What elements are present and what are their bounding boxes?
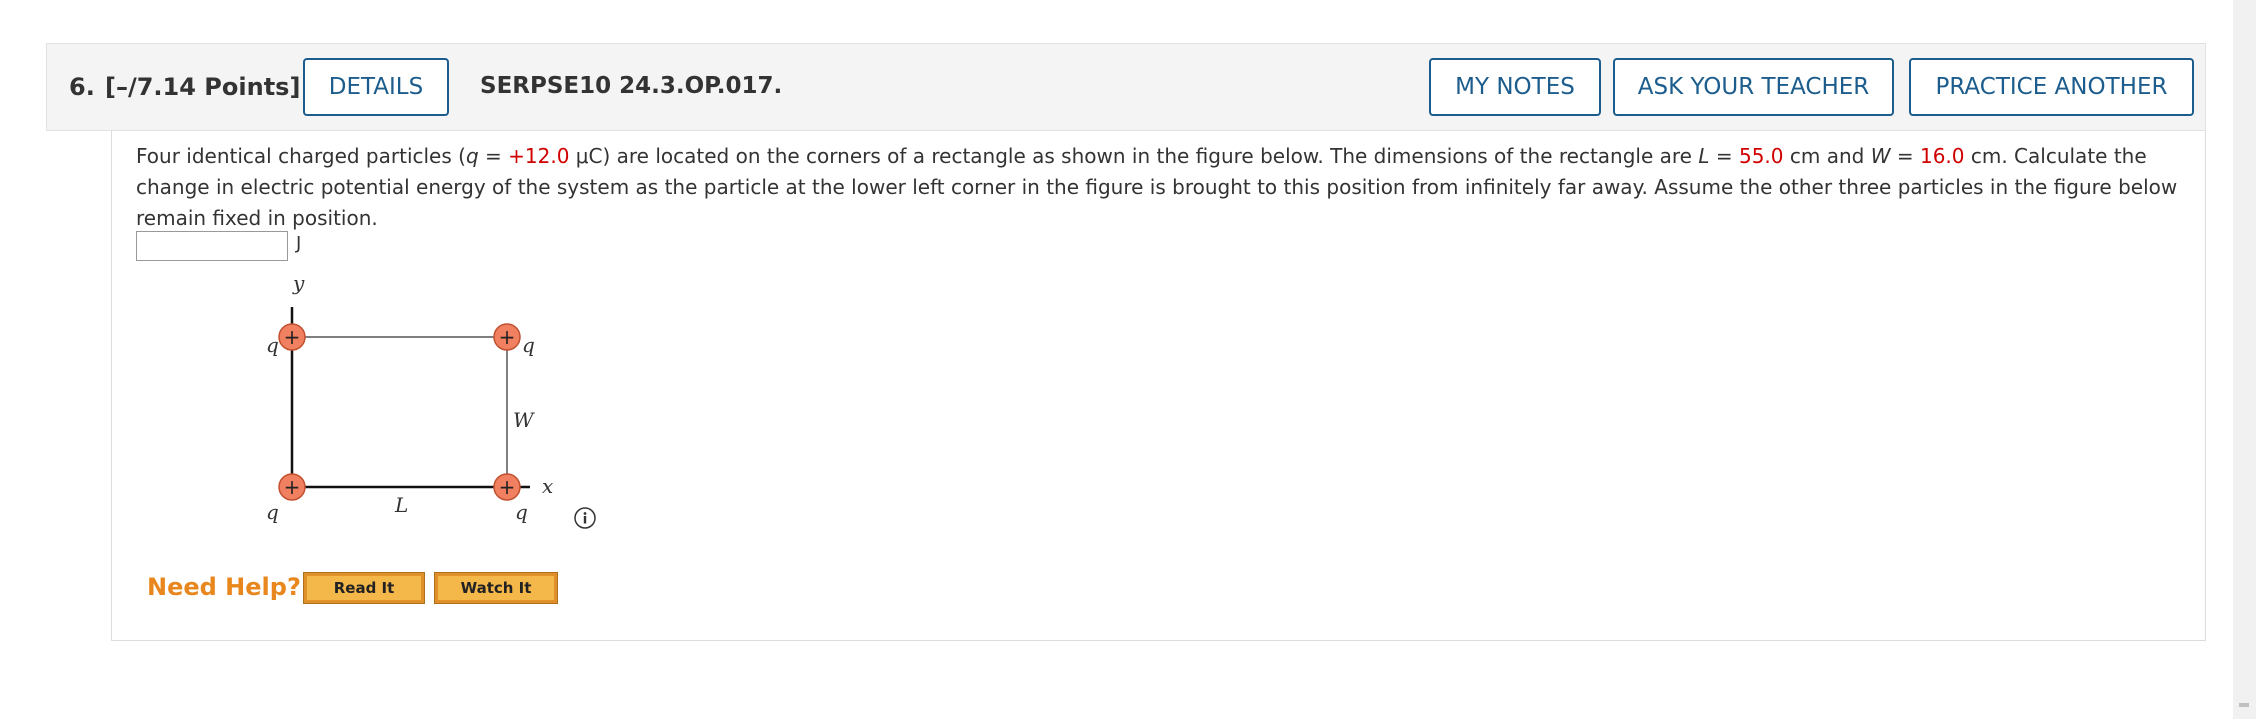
rectangle-charges-figure: y x + q + q W + q L + q: [266, 271, 553, 524]
y-axis-label: y: [292, 271, 305, 295]
question-text-part: μC) are located on the corners of a rect…: [569, 144, 1699, 168]
charge-label-top-left: q: [266, 333, 279, 357]
charge-label-top-right: q: [522, 333, 535, 357]
charge-label-bottom-left: q: [266, 500, 279, 524]
equals-sign: =: [1890, 144, 1920, 168]
page-scrollbar[interactable]: [2233, 0, 2256, 719]
width-label: W: [513, 408, 535, 432]
charge-bottom-right: +: [493, 473, 521, 501]
question-header: 6. [–/7.14 Points] DETAILS SERPSE10 24.3…: [46, 43, 2206, 131]
my-notes-button[interactable]: MY NOTES: [1429, 58, 1601, 116]
watch-it-button[interactable]: Watch It: [434, 572, 558, 604]
equals-sign: =: [478, 144, 509, 168]
charge-sign: +: [284, 325, 301, 349]
need-help-label: Need Help?: [147, 573, 301, 601]
scroll-down-icon[interactable]: [2239, 703, 2249, 707]
x-axis-label: x: [542, 474, 553, 498]
read-it-button[interactable]: Read It: [303, 572, 425, 604]
l-value: 55.0: [1738, 144, 1784, 168]
charge-bottom-left: +: [278, 473, 306, 501]
charge-sign: +: [284, 475, 301, 499]
details-button[interactable]: DETAILS: [303, 58, 449, 116]
equals-sign: =: [1709, 144, 1739, 168]
charge-sign: +: [499, 325, 516, 349]
practice-another-button[interactable]: PRACTICE ANOTHER: [1909, 58, 2194, 116]
charge-top-left: +: [278, 323, 306, 351]
length-label: L: [394, 493, 408, 517]
question-text-part: cm and: [1783, 144, 1871, 168]
answer-unit: J: [296, 233, 302, 254]
q-symbol: q: [465, 144, 479, 168]
charge-label-bottom-right: q: [515, 500, 528, 524]
info-icon[interactable]: [574, 507, 596, 529]
w-value: 16.0: [1919, 144, 1965, 168]
charge-top-right: +: [493, 323, 521, 351]
w-symbol: W: [1870, 144, 1891, 168]
question-points: [–/7.14 Points]: [105, 73, 301, 101]
q-value: +12.0: [508, 144, 570, 168]
question-code: SERPSE10 24.3.OP.017.: [480, 73, 783, 99]
l-symbol: L: [1698, 144, 1710, 168]
charge-sign: +: [499, 475, 516, 499]
ask-your-teacher-button[interactable]: ASK YOUR TEACHER: [1613, 58, 1894, 116]
question-text-part: Four identical charged particles (: [136, 144, 466, 168]
answer-input[interactable]: [136, 231, 288, 261]
question-text: Four identical charged particles (q = +1…: [136, 141, 2186, 234]
question-number: 6.: [69, 73, 95, 101]
